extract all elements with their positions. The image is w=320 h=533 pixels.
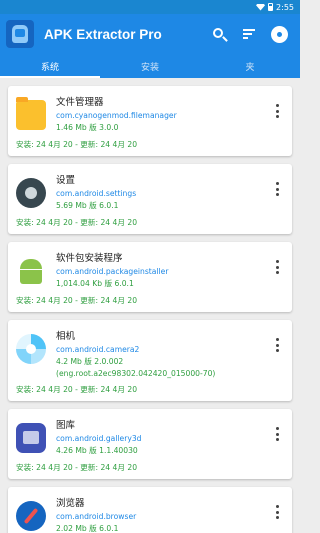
version-info: 5.69 Mb 版 6.0.1 [56, 201, 119, 210]
app-name: 图库 [56, 420, 76, 431]
package-name: com.cyanogenmod.filemanager [56, 111, 177, 120]
version-info: 2.02 Mb 版 6.0.1 [56, 524, 119, 533]
install-dates: 安装: 24 4月 20 - 更新: 24 4月 20 [16, 385, 138, 394]
install-dates: 安装: 24 4月 20 - 更新: 24 4月 20 [16, 140, 138, 149]
app-name: 浏览器 [56, 498, 85, 509]
app-bar: APK Extractor Pro [0, 14, 300, 54]
package-name: com.android.camera2 [56, 345, 140, 354]
app-card[interactable]: 相机 com.android.camera2 4.2 Mb 版 2.0.002 … [8, 320, 292, 401]
version-extra: (eng.root.a2ec98302.042420_015000-70) [56, 369, 216, 378]
app-card[interactable]: 图库 com.android.gallery3d 4.26 Mb 版 1.1.4… [8, 409, 292, 479]
app-card[interactable]: 浏览器 com.android.browser 2.02 Mb 版 6.0.1 [8, 487, 292, 533]
tab-bar: 系统 安装 夹 [0, 54, 300, 78]
version-info: 1.46 Mb 版 3.0.0 [56, 123, 119, 132]
more-options-button[interactable] [272, 260, 282, 274]
package-name: com.android.packageinstaller [56, 267, 169, 276]
more-options-button[interactable] [272, 505, 282, 519]
browser-icon [16, 501, 46, 531]
install-dates: 安装: 24 4月 20 - 更新: 24 4月 20 [16, 463, 138, 472]
app-card[interactable]: 软件包安装程序 com.android.packageinstaller 1,0… [8, 242, 292, 312]
tab-installed[interactable]: 安装 [100, 54, 200, 78]
battery-icon [268, 3, 274, 11]
camera-icon [16, 334, 46, 364]
app-logo-icon [6, 20, 34, 48]
settings-app-icon [16, 178, 46, 208]
app-card[interactable]: 文件管理器 com.cyanogenmod.filemanager 1.46 M… [8, 86, 292, 156]
tab-indicator [0, 76, 100, 78]
app-title: APK Extractor Pro [44, 26, 162, 42]
app-name: 软件包安装程序 [56, 253, 123, 264]
status-bar: 2:55 [0, 0, 300, 14]
install-dates: 安装: 24 4月 20 - 更新: 24 4月 20 [16, 296, 138, 305]
status-time: 2:55 [276, 2, 294, 12]
sort-icon [243, 29, 255, 39]
app-list: 文件管理器 com.cyanogenmod.filemanager 1.46 M… [0, 78, 300, 533]
package-name: com.android.gallery3d [56, 434, 142, 443]
sort-button[interactable] [234, 19, 264, 49]
gallery-icon [16, 423, 46, 453]
package-name: com.android.settings [56, 189, 137, 198]
app-name: 设置 [56, 175, 76, 186]
tab-folder[interactable]: 夹 [200, 54, 300, 78]
more-options-button[interactable] [272, 182, 282, 196]
version-info: 4.26 Mb 版 1.1.40030 [56, 446, 138, 455]
tab-system[interactable]: 系统 [0, 54, 100, 78]
android-icon [16, 256, 46, 286]
app-name: 文件管理器 [56, 97, 104, 108]
wifi-icon [256, 3, 266, 11]
app-card[interactable]: 设置 com.android.settings 5.69 Mb 版 6.0.1 … [8, 164, 292, 234]
version-info: 1,014.04 Kb 版 6.0.1 [56, 279, 134, 288]
folder-icon [16, 97, 46, 130]
install-dates: 安装: 24 4月 20 - 更新: 24 4月 20 [16, 218, 138, 227]
more-options-button[interactable] [272, 104, 282, 118]
package-name: com.android.browser [56, 512, 137, 521]
settings-icon [272, 27, 286, 41]
more-options-button[interactable] [272, 338, 282, 352]
search-button[interactable] [204, 19, 234, 49]
search-icon [212, 27, 223, 38]
more-options-button[interactable] [272, 427, 282, 441]
settings-button[interactable] [264, 19, 294, 49]
app-name: 相机 [56, 331, 76, 342]
version-info: 4.2 Mb 版 2.0.002 [56, 357, 124, 366]
status-right: 2:55 [256, 3, 294, 12]
